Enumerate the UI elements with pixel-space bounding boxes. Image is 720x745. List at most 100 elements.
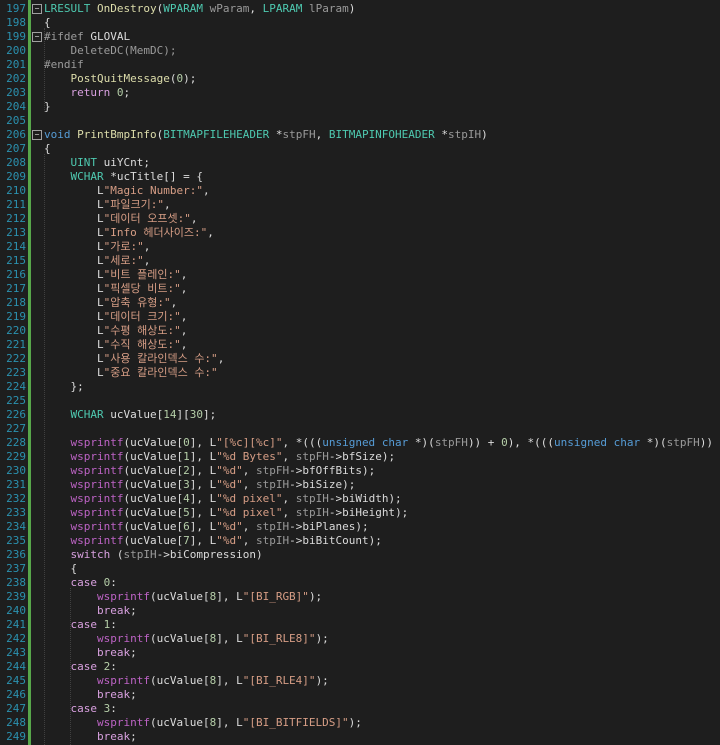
code-line[interactable]: 221 L"수직 해상도:", <box>0 338 720 352</box>
code-line[interactable]: 230 wsprintf(ucValue[2], L"%d", stpFH->b… <box>0 464 720 478</box>
code-line[interactable]: 243 break; <box>0 646 720 660</box>
code-line[interactable]: 212 L"데이터 오프셋:", <box>0 212 720 226</box>
code-line[interactable]: 217 L"픽셀당 비트:", <box>0 282 720 296</box>
code-line[interactable]: 241 case 1: <box>0 618 720 632</box>
code-token: #ifdef <box>44 30 84 43</box>
code-token: BITMAPFILEHEADER <box>163 128 270 141</box>
code-line[interactable]: 225 <box>0 394 720 408</box>
code-token: , <box>180 268 188 281</box>
code-line[interactable]: 210 L"Magic Number:", <box>0 184 720 198</box>
code-line[interactable]: 201 #endif <box>0 58 720 72</box>
code-line[interactable]: 233 wsprintf(ucValue[5], L"%d pixel", st… <box>0 506 720 520</box>
code-line[interactable]: 239 wsprintf(ucValue[8], L"[BI_RGB]"); <box>0 590 720 604</box>
code-token: (ucValue[ <box>149 674 210 687</box>
line-number: 229 <box>6 450 26 463</box>
code-line[interactable]: 207 { <box>0 142 720 156</box>
code-line[interactable]: 203 return 0; <box>0 86 720 100</box>
line-number: 204 <box>6 100 26 113</box>
code-token: , <box>242 478 256 491</box>
code-line[interactable]: 197− LRESULT OnDestroy(WPARAM wParam, LPA… <box>0 2 720 16</box>
code-text: case 2: <box>44 660 117 674</box>
code-token: return <box>70 86 111 99</box>
code-token: wsprintf <box>96 716 150 729</box>
line-number: 217 <box>6 282 26 295</box>
code-token: , <box>180 310 188 323</box>
code-token: (ucValue[ <box>123 534 184 547</box>
code-line[interactable]: 213 L"Info 헤더사이즈:", <box>0 226 720 240</box>
code-text: WCHAR *ucTitle[] = { <box>44 170 203 184</box>
collapse-icon[interactable]: − <box>32 32 42 42</box>
code-line[interactable]: 242 wsprintf(ucValue[8], L"[BI_RLE8]"); <box>0 632 720 646</box>
code-line[interactable]: 215 L"세로:", <box>0 254 720 268</box>
code-line[interactable]: 219 L"데이터 크기:", <box>0 310 720 324</box>
code-line[interactable]: 245 wsprintf(ucValue[8], L"[BI_RLE4]"); <box>0 674 720 688</box>
code-token: ], L <box>189 436 217 449</box>
code-token: void <box>44 128 71 141</box>
code-token: 4 <box>183 492 190 505</box>
code-line[interactable]: 216 L"비트 플레인:", <box>0 268 720 282</box>
code-line[interactable]: 214 L"가로:", <box>0 240 720 254</box>
code-text: void PrintBmpInfo(BITMAPFILEHEADER *stpF… <box>44 128 488 142</box>
code-line[interactable]: 247 case 3: <box>0 702 720 716</box>
code-token: wsprintf <box>96 590 150 603</box>
code-line[interactable]: 199− #ifdef GLOVAL <box>0 30 720 44</box>
code-line[interactable]: 222 L"사용 칼라인덱스 수:", <box>0 352 720 366</box>
code-line[interactable]: 237 { <box>0 562 720 576</box>
code-line[interactable]: 238 case 0: <box>0 576 720 590</box>
code-token: stpIH <box>255 520 290 533</box>
code-token: L <box>44 338 104 351</box>
collapse-icon[interactable]: − <box>32 130 42 140</box>
code-line[interactable]: 234 wsprintf(ucValue[6], L"%d", stpIH->b… <box>0 520 720 534</box>
code-line[interactable]: 231 wsprintf(ucValue[3], L"%d", stpIH->b… <box>0 478 720 492</box>
code-line[interactable]: 218 L"압축 유형:", <box>0 296 720 310</box>
code-line[interactable]: 236 switch (stpIH->biCompression) <box>0 548 720 562</box>
code-line[interactable]: 226 WCHAR ucValue[14][30]; <box>0 408 720 422</box>
code-line[interactable]: 198 { <box>0 16 720 30</box>
code-line[interactable]: 202 PostQuitMessage(0); <box>0 72 720 86</box>
code-line[interactable]: 244 case 2: <box>0 660 720 674</box>
code-line[interactable]: 206− void PrintBmpInfo(BITMAPFILEHEADER *… <box>0 128 720 142</box>
line-number: 249 <box>6 730 26 743</box>
code-text: L"Info 헤더사이즈:", <box>44 226 214 240</box>
code-line[interactable]: 209 WCHAR *ucTitle[] = { <box>0 170 720 184</box>
code-line[interactable]: 205 <box>0 114 720 128</box>
code-line[interactable]: 228 wsprintf(ucValue[0], L"[%c][%c]", *(… <box>0 436 720 450</box>
code-line[interactable]: 240 break; <box>0 604 720 618</box>
code-text: #endif <box>44 58 84 72</box>
code-line[interactable]: 208 UINT uiYCnt; <box>0 156 720 170</box>
collapse-icon[interactable]: − <box>32 4 42 14</box>
code-token: , <box>180 282 188 295</box>
code-token: : <box>110 576 117 589</box>
code-text: WCHAR ucValue[14][30]; <box>44 408 217 422</box>
code-line[interactable]: 200 DeleteDC(MemDC); <box>0 44 720 58</box>
code-line[interactable]: 227 <box>0 422 720 436</box>
code-line[interactable]: 204} <box>0 100 720 114</box>
code-line[interactable]: 211 L"파일크기:", <box>0 198 720 212</box>
code-text: } <box>44 100 51 114</box>
code-text: return 0; <box>44 86 131 100</box>
code-editor[interactable]: 197− LRESULT OnDestroy(WPARAM wParam, LPA… <box>0 0 720 745</box>
code-line[interactable]: 246 break; <box>0 688 720 702</box>
code-line[interactable]: 235 wsprintf(ucValue[7], L"%d", stpIH->b… <box>0 534 720 548</box>
code-line[interactable]: 223 L"중요 칼라인덱스 수:" <box>0 366 720 380</box>
code-line[interactable]: 224 }; <box>0 380 720 394</box>
line-number: 202 <box>6 72 26 85</box>
code-token: ); <box>308 590 323 603</box>
code-token: "%d Bytes" <box>216 450 283 463</box>
code-token: lParam <box>308 2 349 15</box>
line-number: 200 <box>6 44 26 57</box>
code-line[interactable]: 249 break; <box>0 730 720 744</box>
code-line[interactable]: 229 wsprintf(ucValue[1], L"%d Bytes", st… <box>0 450 720 464</box>
code-line[interactable]: 220 L"수평 해상도:", <box>0 324 720 338</box>
code-line[interactable]: 232 wsprintf(ucValue[4], L"%d pixel", st… <box>0 492 720 506</box>
code-line[interactable]: 248 wsprintf(ucValue[8], L"[BI_BITFIELDS… <box>0 716 720 730</box>
line-number: 218 <box>6 296 26 309</box>
